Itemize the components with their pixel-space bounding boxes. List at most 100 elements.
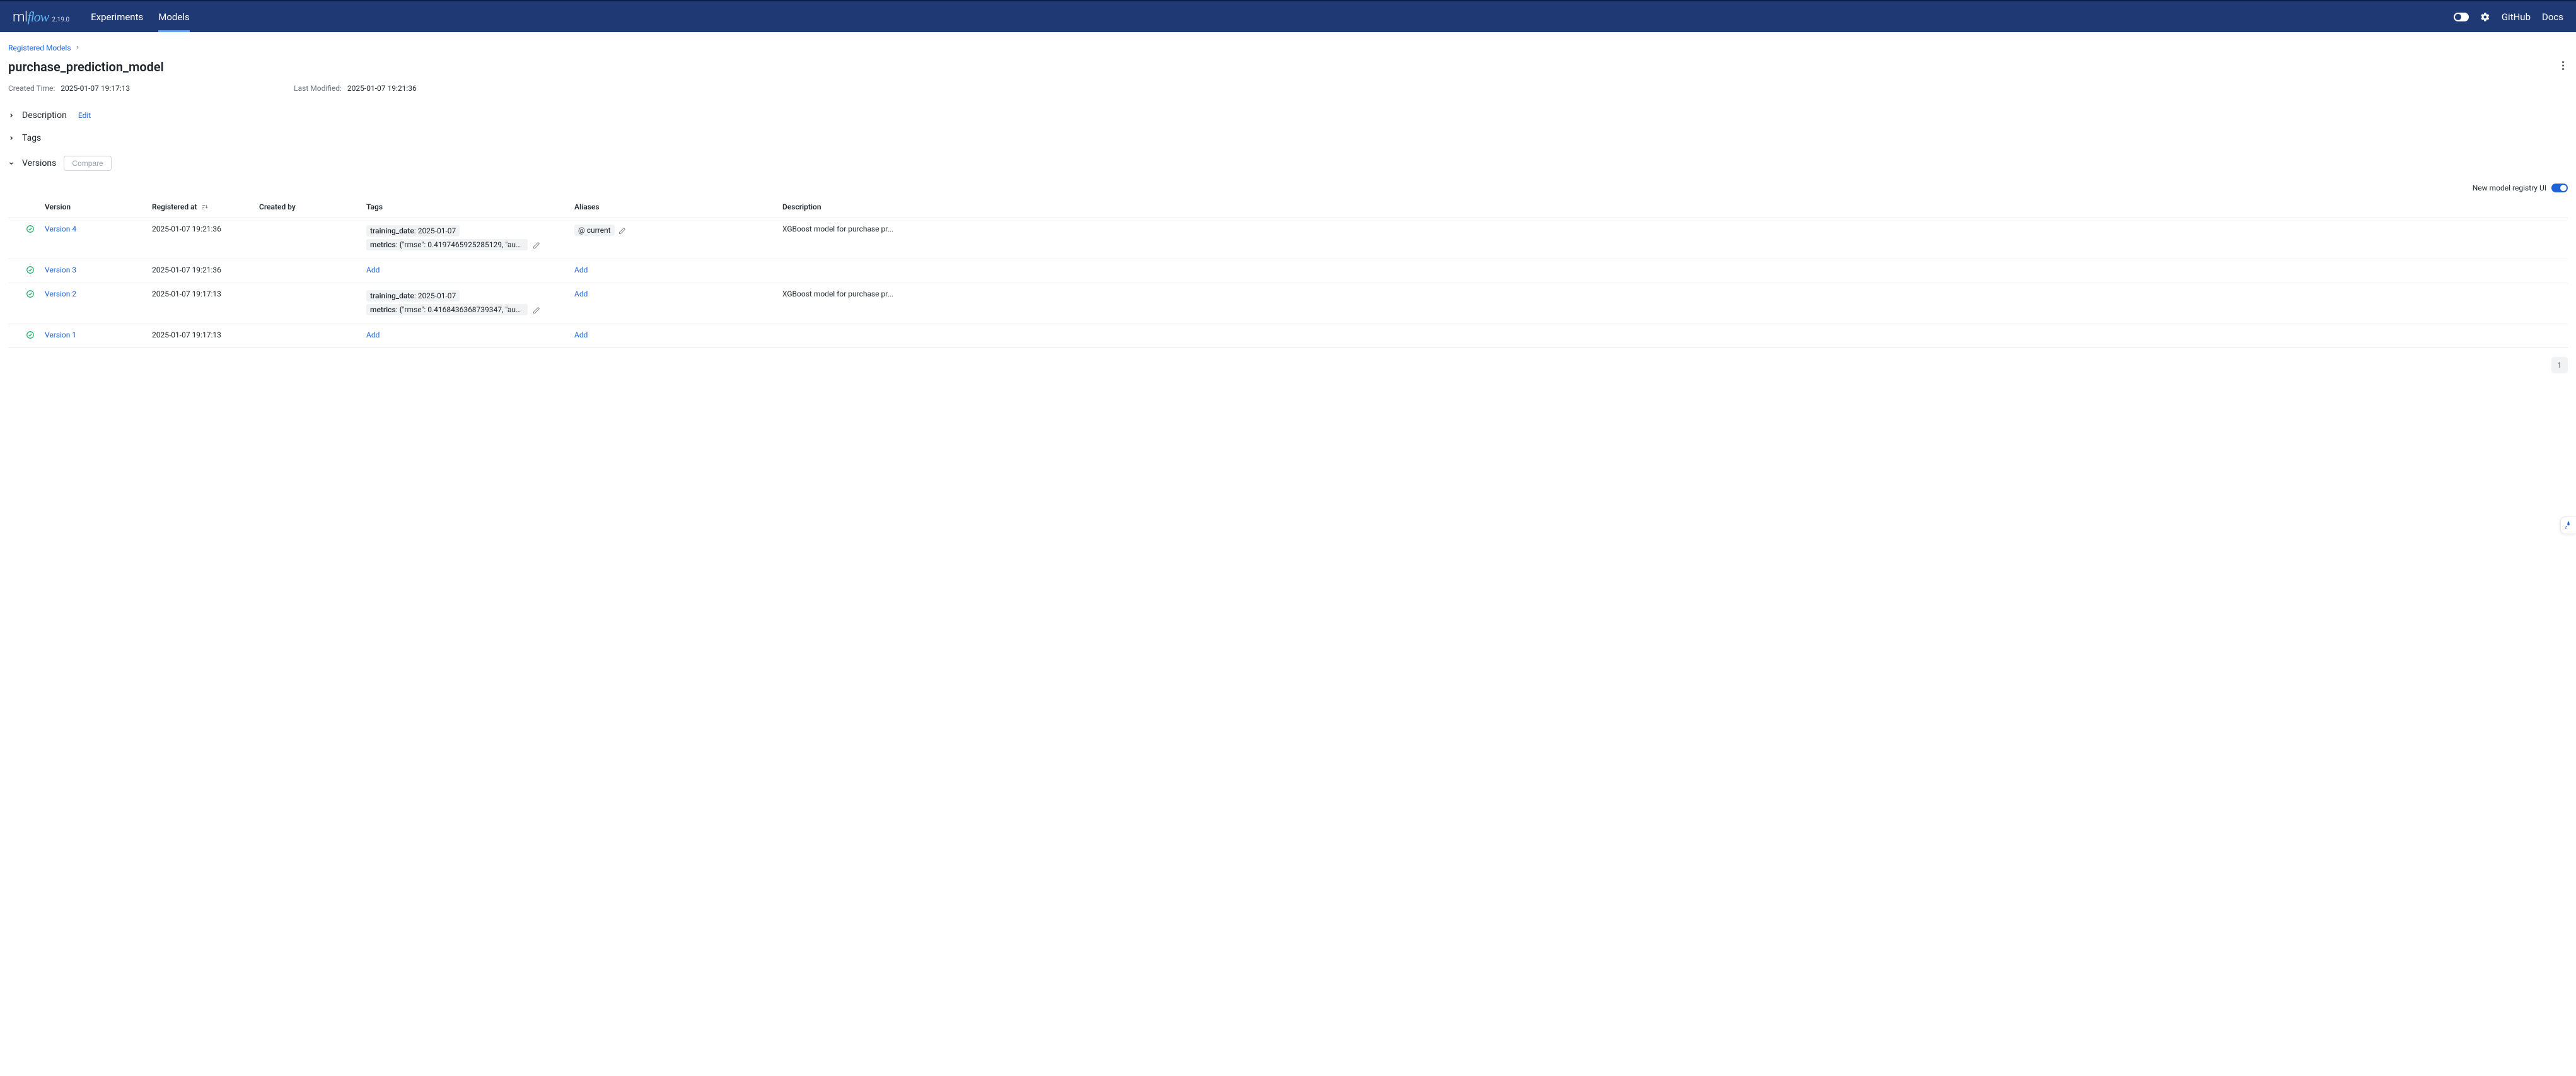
table-row: Version 2 2025-01-07 19:17:13 training_dat… (8, 283, 2568, 324)
last-modified: Last Modified: 2025-01-07 19:21:36 (294, 84, 417, 93)
chevron-right-icon (8, 135, 15, 141)
main-content: Registered Models purchase_prediction_mo… (0, 32, 2576, 386)
status-ready-icon (26, 289, 35, 298)
created-by-cell (254, 324, 361, 348)
edit-aliases-icon[interactable] (618, 227, 626, 235)
title-row: purchase_prediction_model (8, 59, 2568, 75)
registry-toggle-label: New model registry UI (2473, 184, 2546, 192)
nav-models[interactable]: Models (158, 1, 189, 32)
col-aliases[interactable]: Aliases (569, 197, 777, 218)
description-cell: XGBoost model for purchase pr... (777, 283, 2568, 324)
page-1-button[interactable]: 1 (2551, 357, 2568, 373)
chevron-right-icon (75, 45, 80, 52)
edit-tags-icon[interactable] (533, 307, 540, 314)
feedback-tab[interactable] (2560, 517, 2576, 534)
logo[interactable]: mlflow 2.19.0 (13, 9, 69, 25)
col-created-by[interactable]: Created by (254, 197, 361, 218)
nav-experiments[interactable]: Experiments (91, 1, 143, 32)
col-registered-label: Registered at (152, 202, 197, 211)
description-section: Description Edit (8, 110, 2568, 120)
tag-chip: training_date: 2025-01-07 (366, 290, 460, 301)
alias-chip: @ current (574, 225, 615, 236)
sort-desc-icon (201, 204, 208, 211)
add-alias-link[interactable]: Add (574, 330, 588, 339)
main-nav: Experiments Models (91, 1, 190, 32)
github-link[interactable]: GitHub (2502, 11, 2531, 23)
versions-section: Versions Compare (8, 156, 2568, 171)
description-title: Description (22, 110, 67, 120)
table-row: Version 1 2025-01-07 19:17:13 Add Add (8, 324, 2568, 348)
version-link[interactable]: Version 2 (45, 289, 76, 298)
registered-at-cell: 2025-01-07 19:21:36 (147, 218, 254, 259)
header-right: GitHub Docs (2454, 11, 2563, 23)
registry-ui-toggle[interactable] (2551, 184, 2568, 192)
created-by-cell (254, 283, 361, 324)
compare-button[interactable]: Compare (64, 156, 111, 171)
table-row: Version 3 2025-01-07 19:21:36 Add Add (8, 259, 2568, 283)
registry-toggle-row: New model registry UI (8, 184, 2568, 192)
docs-link[interactable]: Docs (2542, 11, 2563, 23)
versions-toggle[interactable]: Versions (8, 158, 56, 168)
versions-title: Versions (22, 158, 56, 168)
version-link[interactable]: Version 4 (45, 225, 76, 233)
add-alias-link[interactable]: Add (574, 289, 588, 298)
versions-table: Version Registered at Created by Tags Al… (8, 197, 2568, 348)
tags-cell: Add (361, 324, 569, 348)
created-time: Created Time: 2025-01-07 19:17:13 (8, 84, 130, 93)
description-cell (777, 324, 2568, 348)
col-version[interactable]: Version (40, 197, 147, 218)
edit-tags-icon[interactable] (533, 242, 540, 249)
tag-chip: training_date: 2025-01-07 (366, 225, 460, 237)
created-label: Created Time: (8, 84, 55, 93)
status-ready-icon (26, 266, 35, 274)
tags-toggle[interactable]: Tags (8, 133, 41, 143)
app-header: mlflow 2.19.0 Experiments Models GitHub … (0, 0, 2576, 32)
tag-chip: metrics: {"rmse": 0.4197465925285129, "a… (366, 239, 528, 250)
tags-section: Tags (8, 133, 2568, 143)
add-tag-link[interactable]: Add (366, 266, 380, 274)
add-tag-link[interactable]: Add (366, 330, 380, 339)
description-cell: XGBoost model for purchase pr... (777, 218, 2568, 259)
add-alias-link[interactable]: Add (574, 266, 588, 274)
breadcrumb: Registered Models (8, 44, 2568, 52)
chevron-right-icon (8, 112, 15, 119)
tags-title: Tags (22, 133, 41, 143)
created-by-cell (254, 218, 361, 259)
logo-ml: ml (13, 9, 27, 25)
edit-description-link[interactable]: Edit (78, 111, 91, 120)
modified-value: 2025-01-07 19:21:36 (347, 84, 417, 93)
description-toggle[interactable]: Description (8, 110, 67, 120)
aliases-cell: Add (569, 324, 777, 348)
registered-at-cell: 2025-01-07 19:21:36 (147, 259, 254, 283)
aliases-cell: Add (569, 283, 777, 324)
created-value: 2025-01-07 19:17:13 (61, 84, 130, 93)
table-row: Version 4 2025-01-07 19:21:36 training_dat… (8, 218, 2568, 259)
col-tags[interactable]: Tags (361, 197, 569, 218)
status-ready-icon (26, 330, 35, 339)
version-link[interactable]: Version 1 (45, 330, 76, 339)
tags-cell: Add (361, 259, 569, 283)
modified-label: Last Modified: (294, 84, 342, 93)
created-by-cell (254, 259, 361, 283)
page-title: purchase_prediction_model (8, 59, 164, 74)
col-status (8, 197, 40, 218)
version-link[interactable]: Version 3 (45, 266, 76, 274)
meta-row: Created Time: 2025-01-07 19:17:13 Last M… (8, 84, 2568, 93)
registered-at-cell: 2025-01-07 19:17:13 (147, 324, 254, 348)
tag-chip: metrics: {"rmse": 0.4168436368739347, "a… (366, 304, 528, 315)
gear-icon[interactable] (2480, 12, 2490, 22)
aliases-cell: @ current (569, 218, 777, 259)
breadcrumb-root[interactable]: Registered Models (8, 44, 71, 52)
logo-flow: flow (27, 9, 49, 25)
col-description[interactable]: Description (777, 197, 2568, 218)
theme-toggle[interactable] (2454, 13, 2469, 21)
tags-cell: training_date: 2025-01-07 metrics: {"rmse… (361, 283, 569, 324)
aliases-cell: Add (569, 259, 777, 283)
status-ready-icon (26, 225, 35, 233)
logo-version: 2.19.0 (52, 16, 69, 23)
more-actions-icon[interactable] (2558, 59, 2568, 75)
registered-at-cell: 2025-01-07 19:17:13 (147, 283, 254, 324)
pagination: 1 (8, 357, 2568, 373)
col-registered-at[interactable]: Registered at (147, 197, 254, 218)
description-cell (777, 259, 2568, 283)
